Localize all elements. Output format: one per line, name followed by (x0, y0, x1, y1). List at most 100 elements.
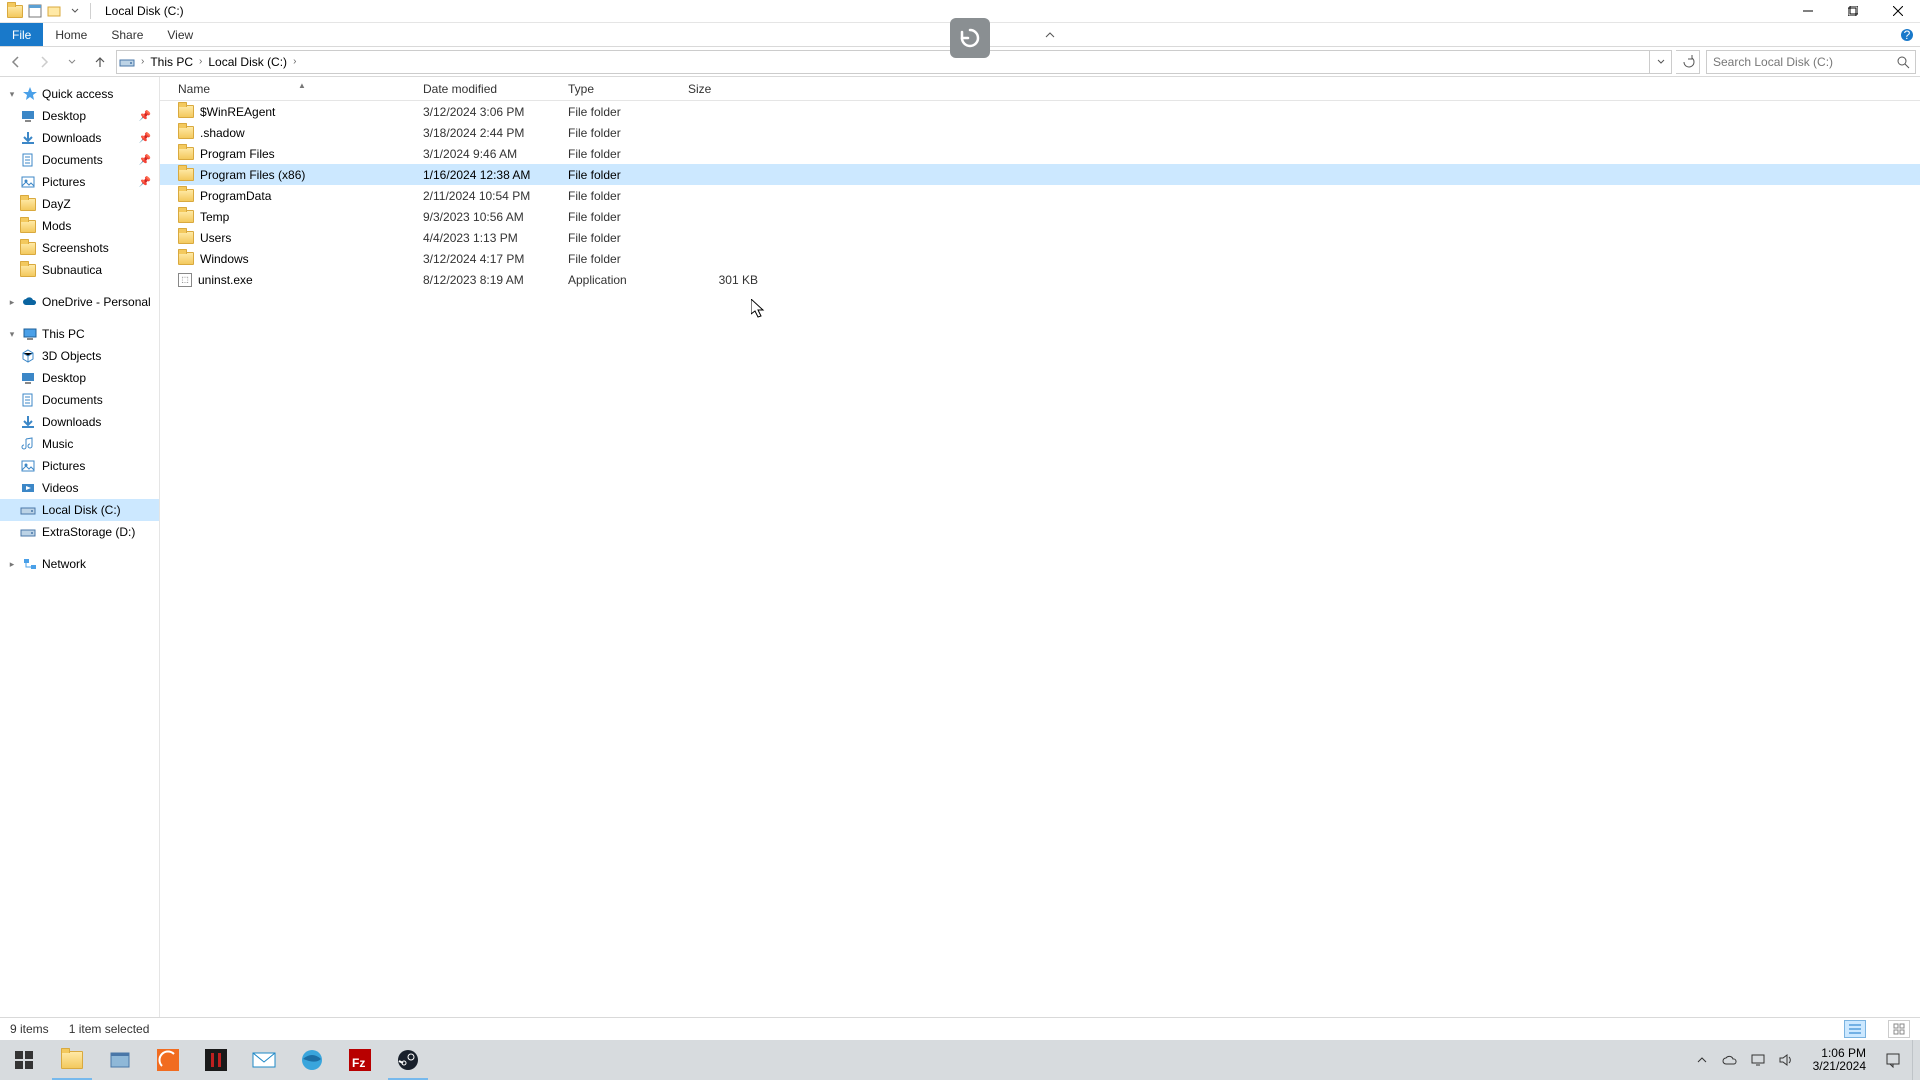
column-size[interactable]: Size (688, 82, 758, 96)
qat-dropdown-icon[interactable] (66, 2, 84, 20)
taskbar-app-4[interactable] (192, 1040, 240, 1080)
refresh-button[interactable] (1676, 50, 1700, 74)
column-date[interactable]: Date modified (423, 82, 568, 96)
taskbar-app-2[interactable] (96, 1040, 144, 1080)
crumb-location[interactable]: Local Disk (C:) (206, 55, 289, 69)
file-type: File folder (568, 231, 688, 245)
cloud-icon (22, 294, 38, 310)
search-input[interactable] (1707, 55, 1891, 69)
chevron-right-icon[interactable]: › (195, 56, 206, 67)
sidebar-item[interactable]: Music (0, 433, 159, 455)
sidebar-item[interactable]: 3D Objects (0, 345, 159, 367)
file-name: Windows (200, 252, 249, 266)
tab-share[interactable]: Share (99, 23, 155, 46)
svg-text:?: ? (1904, 28, 1911, 42)
thumbnails-view-button[interactable] (1888, 1020, 1910, 1038)
details-view-button[interactable] (1844, 1020, 1866, 1038)
start-button[interactable] (0, 1040, 48, 1080)
address-history-dropdown[interactable] (1649, 51, 1671, 73)
forward-button[interactable] (32, 50, 56, 74)
tab-file[interactable]: File (0, 23, 43, 46)
sidebar-item[interactable]: Downloads📌 (0, 127, 159, 149)
window-title: Local Disk (C:) (95, 4, 184, 18)
expand-icon[interactable]: ▾ (6, 89, 18, 100)
tab-home[interactable]: Home (43, 23, 99, 46)
back-button[interactable] (4, 50, 28, 74)
taskbar-clock[interactable]: 1:06 PM 3/21/2024 (1805, 1047, 1874, 1073)
sidebar-item-label: Desktop (42, 371, 86, 385)
expand-icon[interactable]: ▸ (6, 297, 18, 308)
sidebar-item[interactable]: Pictures📌 (0, 171, 159, 193)
sidebar-item[interactable]: Screenshots (0, 237, 159, 259)
file-row[interactable]: Program Files3/1/2024 9:46 AMFile folder (160, 143, 1920, 164)
file-name: Program Files (200, 147, 275, 161)
tray-notifications-icon[interactable] (1884, 1051, 1902, 1069)
documents-icon (20, 392, 36, 408)
crumb-this-pc[interactable]: This PC (148, 55, 195, 69)
tab-view[interactable]: View (155, 23, 205, 46)
taskbar-mail[interactable] (240, 1040, 288, 1080)
quick-access-header[interactable]: ▾ Quick access (0, 83, 159, 105)
onedrive-header[interactable]: ▸ OneDrive - Personal (0, 291, 159, 313)
documents-icon (20, 152, 36, 168)
sidebar-item[interactable]: Pictures (0, 455, 159, 477)
column-type[interactable]: Type (568, 82, 688, 96)
overlay-widget-icon[interactable] (950, 18, 990, 58)
this-pc-header[interactable]: ▾ This PC (0, 323, 159, 345)
close-button[interactable] (1875, 0, 1920, 23)
sidebar-item[interactable]: Downloads (0, 411, 159, 433)
search-icon[interactable] (1891, 55, 1915, 69)
breadcrumb[interactable]: › This PC › Local Disk (C:) › (116, 50, 1672, 74)
show-desktop-button[interactable] (1912, 1040, 1918, 1080)
taskbar-edge[interactable] (288, 1040, 336, 1080)
application-icon: ⬚ (178, 273, 192, 287)
file-row[interactable]: Windows3/12/2024 4:17 PMFile folder (160, 248, 1920, 269)
file-row[interactable]: ⬚uninst.exe8/12/2023 8:19 AMApplication3… (160, 269, 1920, 290)
search-box[interactable] (1706, 50, 1916, 74)
sidebar-item-label: DayZ (42, 197, 71, 211)
minimize-button[interactable] (1785, 0, 1830, 23)
expand-icon[interactable]: ▸ (6, 559, 18, 570)
tray-onedrive-icon[interactable] (1721, 1051, 1739, 1069)
sidebar-item[interactable]: Local Disk (C:) (0, 499, 159, 521)
chevron-right-icon[interactable]: › (289, 56, 300, 67)
folder-icon (178, 126, 194, 139)
recent-dropdown-icon[interactable] (60, 50, 84, 74)
file-row[interactable]: $WinREAgent3/12/2024 3:06 PMFile folder (160, 101, 1920, 122)
file-row[interactable]: Program Files (x86)1/16/2024 12:38 AMFil… (160, 164, 1920, 185)
tray-volume-icon[interactable] (1777, 1051, 1795, 1069)
up-button[interactable] (88, 50, 112, 74)
pin-icon: 📌 (139, 111, 151, 122)
sidebar-item[interactable]: Mods (0, 215, 159, 237)
tray-overflow-icon[interactable] (1693, 1051, 1711, 1069)
tray-network-icon[interactable] (1749, 1051, 1767, 1069)
file-type: File folder (568, 210, 688, 224)
new-folder-icon[interactable] (46, 2, 64, 20)
taskbar-app-3[interactable] (144, 1040, 192, 1080)
status-selection: 1 item selected (69, 1022, 150, 1036)
sidebar-item[interactable]: Subnautica (0, 259, 159, 281)
network-header[interactable]: ▸ Network (0, 553, 159, 575)
taskbar-steam[interactable] (384, 1040, 432, 1080)
chevron-right-icon[interactable]: › (137, 56, 148, 67)
file-row[interactable]: .shadow3/18/2024 2:44 PMFile folder (160, 122, 1920, 143)
expand-icon[interactable]: ▾ (6, 329, 18, 340)
column-name[interactable]: Name ▲ (178, 82, 423, 96)
sidebar-item[interactable]: ExtraStorage (D:) (0, 521, 159, 543)
file-row[interactable]: ProgramData2/11/2024 10:54 PMFile folder (160, 185, 1920, 206)
sidebar-item-label: Local Disk (C:) (42, 503, 121, 517)
sidebar-item[interactable]: Videos (0, 477, 159, 499)
sidebar-item[interactable]: Documents (0, 389, 159, 411)
sidebar-item[interactable]: Desktop📌 (0, 105, 159, 127)
ribbon-collapse-icon[interactable] (1037, 23, 1063, 46)
maximize-button[interactable] (1830, 0, 1875, 23)
sidebar-item[interactable]: Desktop (0, 367, 159, 389)
sidebar-item[interactable]: Documents📌 (0, 149, 159, 171)
taskbar-filezilla[interactable]: Fz (336, 1040, 384, 1080)
help-icon[interactable]: ? (1894, 23, 1920, 46)
file-row[interactable]: Temp9/3/2023 10:56 AMFile folder (160, 206, 1920, 227)
properties-icon[interactable] (26, 2, 44, 20)
file-row[interactable]: Users4/4/2023 1:13 PMFile folder (160, 227, 1920, 248)
sidebar-item[interactable]: DayZ (0, 193, 159, 215)
taskbar-explorer[interactable] (48, 1040, 96, 1080)
